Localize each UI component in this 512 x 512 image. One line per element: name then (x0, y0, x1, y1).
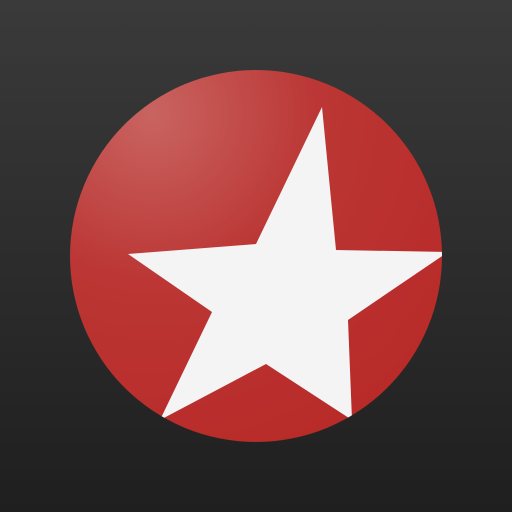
app-icon-canvas (0, 0, 512, 512)
app-icon (0, 0, 512, 512)
